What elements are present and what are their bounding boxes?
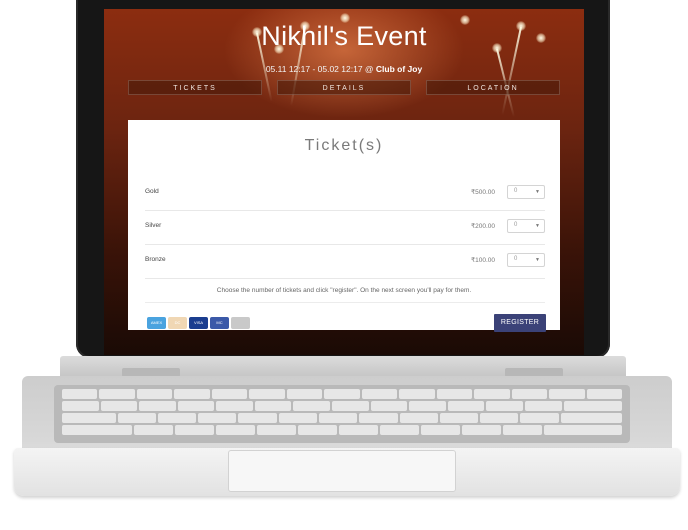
ticket-name: Gold [145, 188, 159, 195]
chevron-down-icon: ▼ [535, 257, 540, 263]
event-venue[interactable]: Club of Joy [376, 64, 422, 74]
quantity-value: 0 [514, 188, 518, 194]
ticket-name: Silver [145, 222, 162, 229]
ticket-row-bronze: Bronze ₹100.00 0 ▼ [145, 245, 545, 279]
key-row [62, 389, 623, 399]
ticket-name: Bronze [145, 256, 166, 263]
diners-card-icon: DC [168, 317, 187, 329]
quantity-select-bronze[interactable]: 0 ▼ [507, 253, 545, 267]
ticket-price: ₹500.00 [470, 189, 495, 196]
card-title: Ticket(s) [304, 137, 384, 154]
event-subtitle: 05.11 12:17 - 05.02 12:17 @ Club of Joy [104, 64, 584, 74]
keyboard [54, 385, 630, 443]
quantity-select-silver[interactable]: 0 ▼ [507, 219, 545, 233]
event-at: @ [362, 64, 376, 74]
payment-methods: AMEX DC VISA MC [147, 317, 252, 329]
quantity-value: 0 [514, 256, 518, 262]
tab-tickets[interactable]: TICKETS [128, 80, 262, 95]
ticket-row-silver: Silver ₹200.00 0 ▼ [145, 211, 545, 245]
divider [145, 302, 545, 303]
ticket-instructions: Choose the number of tickets and click "… [216, 287, 472, 294]
amex-card-icon: AMEX [147, 317, 166, 329]
ticket-price: ₹200.00 [470, 223, 495, 230]
generic-card-icon [231, 317, 250, 329]
event-title: Nikhil's Event [261, 21, 427, 51]
register-button[interactable]: REGISTER [494, 314, 546, 332]
chevron-down-icon: ▼ [535, 223, 540, 229]
ticket-price: ₹100.00 [470, 257, 495, 264]
tab-details[interactable]: DETAILS [277, 80, 411, 95]
browser-screen: Nikhil's Event 05.11 12:17 - 05.02 12:17… [104, 9, 584, 355]
ticket-row-gold: Gold ₹500.00 0 ▼ [145, 177, 545, 211]
event-tabs: TICKETS DETAILS LOCATION [128, 80, 560, 95]
visa-card-icon: VISA [189, 317, 208, 329]
chevron-down-icon: ▼ [535, 189, 540, 195]
quantity-value: 0 [514, 222, 518, 228]
quantity-select-gold[interactable]: 0 ▼ [507, 185, 545, 199]
key-row [62, 401, 623, 411]
tickets-card: Ticket(s) Gold ₹500.00 0 ▼ Silver ₹200.0… [128, 120, 560, 332]
mastercard-icon: MC [210, 317, 229, 329]
event-dates: 05.11 12:17 - 05.02 12:17 [265, 64, 363, 74]
key-row [62, 413, 622, 423]
trackpad [228, 450, 456, 492]
key-row [62, 425, 622, 435]
tab-location[interactable]: LOCATION [426, 80, 560, 95]
